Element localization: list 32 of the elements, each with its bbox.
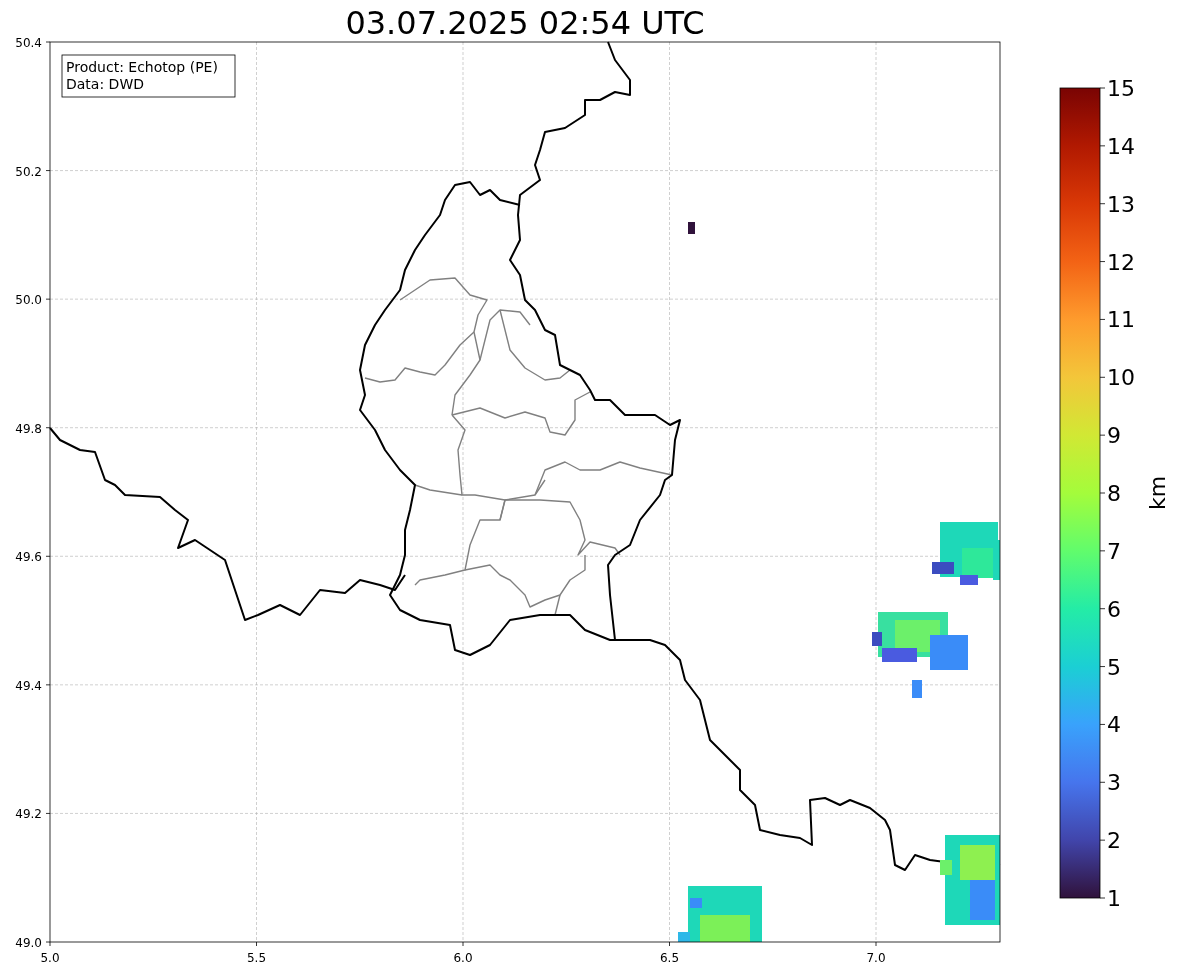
colorbar-tick-label: 4 bbox=[1107, 712, 1121, 738]
y-tick-label: 49.2 bbox=[15, 807, 42, 822]
colorbar-tick-label: 12 bbox=[1107, 249, 1135, 275]
y-tick-label: 49.4 bbox=[15, 678, 42, 693]
chart-title: 03.07.2025 02:54 UTC bbox=[345, 4, 705, 42]
colorbar-tick-label: 3 bbox=[1107, 770, 1121, 796]
x-tick-label: 5.5 bbox=[246, 951, 267, 965]
colorbar-tick-label: 7 bbox=[1107, 538, 1121, 564]
colorbar-tick-label: 15 bbox=[1107, 76, 1135, 101]
x-tick-label: 5.0 bbox=[40, 951, 60, 965]
y-tick-label: 50.0 bbox=[15, 293, 42, 308]
colorbar-tick-label: 11 bbox=[1107, 307, 1135, 333]
colorbar-tick-label: 2 bbox=[1107, 828, 1121, 854]
colorbar-tick-label: 8 bbox=[1107, 481, 1121, 506]
info-text: Data: DWD bbox=[66, 76, 144, 92]
y-tick-label: 49.0 bbox=[15, 936, 42, 950]
colorbar-tick-label: 5 bbox=[1107, 654, 1121, 680]
colorbar-tick-label: 13 bbox=[1107, 191, 1135, 217]
colorbar-tick-label: 1 bbox=[1107, 886, 1121, 911]
colorbar-tick-label: 10 bbox=[1107, 365, 1135, 391]
colorbar-label: km bbox=[1145, 475, 1170, 511]
x-tick-label: 6.0 bbox=[453, 951, 473, 965]
colorbar-tick-label: 9 bbox=[1107, 423, 1121, 449]
y-tick-label: 50.2 bbox=[15, 164, 42, 179]
y-tick-label: 50.4 bbox=[15, 36, 42, 50]
colorbar-tick-label: 14 bbox=[1107, 133, 1135, 159]
y-tick-label: 49.6 bbox=[15, 550, 42, 565]
x-tick-label: 7.0 bbox=[866, 951, 886, 965]
x-tick-label: 6.5 bbox=[659, 951, 680, 965]
colorbar-tick-label: 6 bbox=[1107, 596, 1121, 622]
y-tick-label: 49.8 bbox=[15, 421, 42, 436]
info-text: Product: Echotop (PE) bbox=[66, 59, 218, 75]
